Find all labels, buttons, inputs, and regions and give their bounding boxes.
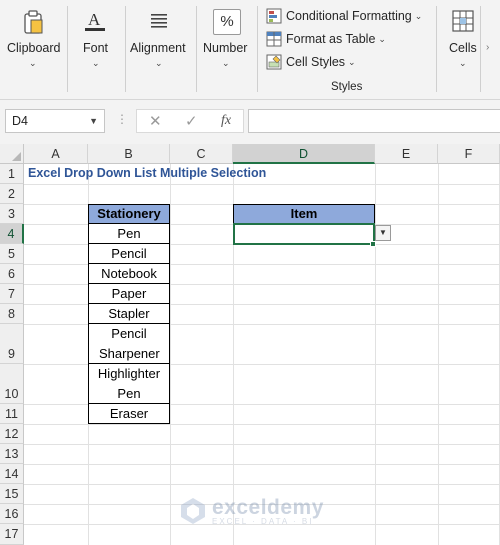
chevron-down-icon: ⌄: [348, 56, 356, 67]
number-group[interactable]: % Number ⌄: [197, 0, 255, 100]
grid-line: [24, 424, 500, 425]
stationery-item[interactable]: Pencil Sharpener: [88, 324, 170, 364]
formula-bar: D4 ▼ ⋮ ✕ ✓ fx: [0, 100, 500, 144]
row-header-2[interactable]: 2: [0, 184, 24, 204]
row-header-10[interactable]: 10: [0, 364, 24, 404]
cell-styles-icon: [266, 54, 282, 70]
watermark: exceldemy EXCEL · DATA · BI: [178, 496, 324, 526]
stationery-item[interactable]: Notebook: [88, 264, 170, 284]
styles-group-label: Styles: [331, 81, 363, 93]
grid-line: [170, 164, 171, 545]
row-header-8[interactable]: 8: [0, 304, 24, 324]
conditional-formatting-label: Conditional Formatting: [286, 9, 412, 23]
row-header-15[interactable]: 15: [0, 484, 24, 504]
stationery-header[interactable]: Stationery: [88, 204, 170, 224]
cells-group[interactable]: Cells ⌄: [437, 0, 485, 100]
number-label: Number: [203, 41, 248, 55]
ribbon: Clipboard ⌄ A Font ⌄ Alignment ⌄ % Numbe…: [0, 0, 500, 100]
cells-label: Cells: [449, 41, 477, 55]
svg-text:A: A: [88, 10, 101, 29]
ribbon-divider: [480, 6, 481, 92]
name-box[interactable]: D4 ▼: [5, 109, 105, 133]
item-header[interactable]: Item: [233, 204, 375, 224]
watermark-tagline: EXCEL · DATA · BI: [212, 517, 314, 526]
stationery-item[interactable]: Pencil: [88, 244, 170, 264]
sheet-title[interactable]: Excel Drop Down List Multiple Selection: [28, 166, 266, 180]
row-header-9[interactable]: 9: [0, 324, 24, 364]
grid-line: [24, 184, 500, 185]
grid-line: [438, 164, 439, 545]
grid-line: [375, 164, 376, 545]
grid-line: [24, 464, 500, 465]
cell-styles-button[interactable]: Cell Styles ⌄: [266, 52, 356, 72]
alignment-label: Alignment: [130, 41, 186, 55]
formula-input[interactable]: [248, 109, 500, 133]
conditional-formatting-icon: [266, 8, 282, 24]
row-header-1[interactable]: 1: [0, 164, 24, 184]
formula-bar-grip-icon[interactable]: ⋮: [116, 112, 128, 126]
row-header-12[interactable]: 12: [0, 424, 24, 444]
row-header-17[interactable]: 17: [0, 524, 24, 545]
row-header-11[interactable]: 11: [0, 404, 24, 424]
row-header-4[interactable]: 4: [0, 224, 24, 244]
font-label: Font: [83, 41, 109, 55]
clipboard-label: Clipboard: [7, 41, 61, 55]
format-as-table-label: Format as Table: [286, 32, 376, 46]
clipboard-icon: [24, 10, 43, 34]
column-header-e[interactable]: E: [375, 144, 438, 164]
conditional-formatting-button[interactable]: Conditional Formatting ⌄: [266, 6, 422, 26]
column-header-c[interactable]: C: [170, 144, 233, 164]
clipboard-group[interactable]: Clipboard ⌄: [0, 0, 66, 100]
watermark-text: exceldemy EXCEL · DATA · BI: [212, 496, 324, 526]
number-chevron-down-icon: ⌄: [222, 58, 230, 68]
font-icon: A: [85, 10, 105, 31]
enter-icon[interactable]: ✓: [185, 112, 198, 130]
item-dropdown-cell[interactable]: [233, 223, 375, 245]
column-header-d[interactable]: D: [233, 144, 375, 164]
format-as-table-button[interactable]: Format as Table ⌄: [266, 29, 386, 49]
format-as-table-icon: [266, 31, 282, 47]
name-box-dropdown-icon[interactable]: ▼: [89, 116, 98, 126]
row-header-5[interactable]: 5: [0, 244, 24, 264]
cells-chevron-down-icon: ⌄: [459, 58, 467, 68]
formula-buttons: ✕ ✓ fx: [136, 109, 244, 133]
column-header-f[interactable]: F: [438, 144, 500, 164]
stationery-item[interactable]: Highlighter Pen: [88, 364, 170, 404]
stationery-item[interactable]: Stapler: [88, 304, 170, 324]
select-all-button[interactable]: [0, 144, 24, 164]
row-header-6[interactable]: 6: [0, 264, 24, 284]
cells-icon: [452, 10, 474, 32]
stationery-item[interactable]: Pen: [88, 224, 170, 244]
cancel-icon[interactable]: ✕: [149, 112, 162, 130]
stationery-item[interactable]: Eraser: [88, 404, 170, 424]
column-header-a[interactable]: A: [24, 144, 88, 164]
grid-line: [24, 444, 500, 445]
insert-function-icon[interactable]: fx: [221, 113, 231, 129]
ribbon-scroll-right-icon[interactable]: ›: [486, 42, 489, 53]
name-box-value: D4: [12, 114, 28, 128]
row-header-14[interactable]: 14: [0, 464, 24, 484]
cell-styles-label: Cell Styles: [286, 55, 346, 69]
font-chevron-down-icon: ⌄: [92, 58, 100, 68]
fill-handle[interactable]: [370, 241, 376, 247]
alignment-group[interactable]: Alignment ⌄: [126, 0, 192, 100]
font-group[interactable]: A Font ⌄: [68, 0, 124, 100]
alignment-icon: [151, 14, 167, 28]
stationery-item[interactable]: Paper: [88, 284, 170, 304]
row-header-13[interactable]: 13: [0, 444, 24, 464]
exceldemy-logo-icon: [181, 498, 205, 524]
grid-line: [24, 484, 500, 485]
chevron-down-icon: ⌄: [414, 10, 423, 21]
dropdown-arrow-icon[interactable]: ▼: [375, 225, 391, 241]
chevron-down-icon: ⌄: [378, 33, 386, 44]
clipboard-chevron-down-icon: ⌄: [29, 58, 37, 68]
row-header-7[interactable]: 7: [0, 284, 24, 304]
ribbon-divider: [257, 6, 258, 92]
column-header-b[interactable]: B: [88, 144, 170, 164]
alignment-chevron-down-icon: ⌄: [155, 58, 163, 68]
row-header-16[interactable]: 16: [0, 504, 24, 524]
worksheet-grid[interactable]: A B C D E F 1 2 3 4 5 6 7 8 9 10 11 12 1…: [0, 144, 500, 545]
percent-icon: %: [213, 9, 241, 35]
row-header-3[interactable]: 3: [0, 204, 24, 224]
